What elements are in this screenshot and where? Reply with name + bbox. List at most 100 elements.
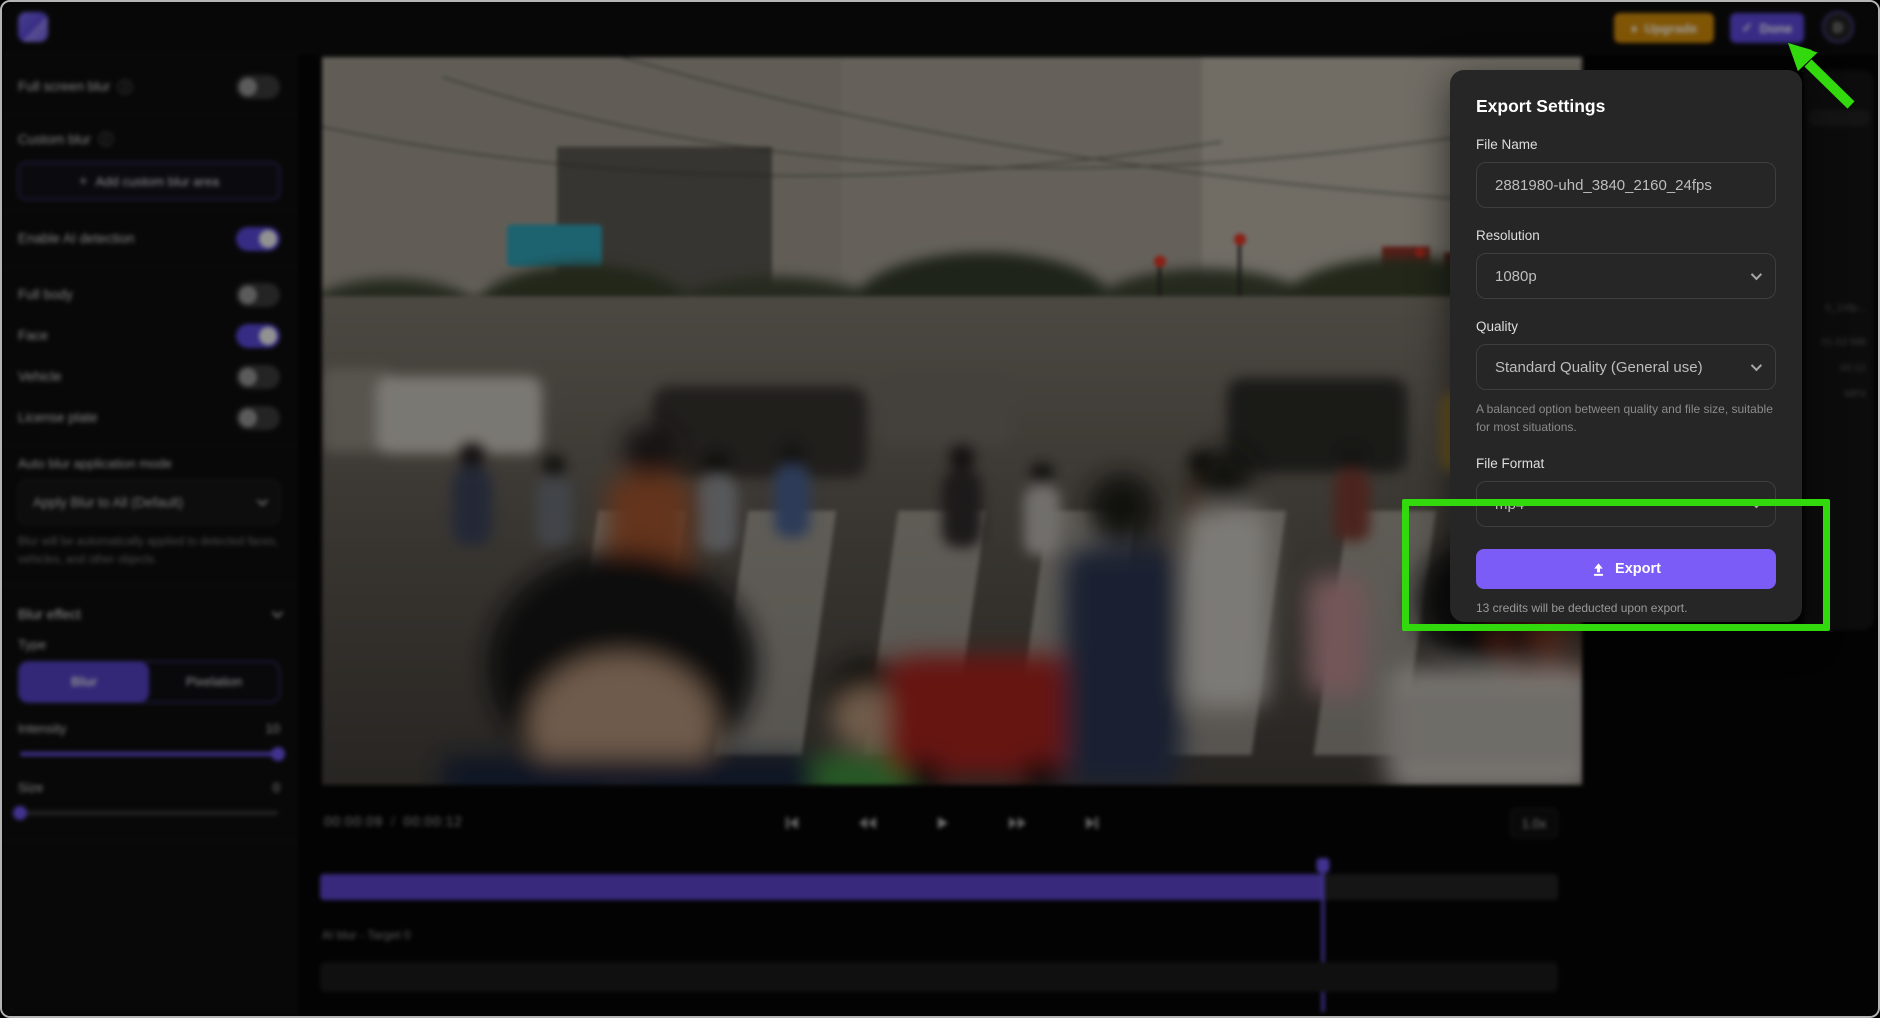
file-info-header-fragment (1808, 110, 1870, 126)
face-label: Face (18, 328, 48, 343)
add-custom-blur-area-label: Add custom blur area (96, 174, 220, 189)
intensity-slider-thumb[interactable] (271, 747, 285, 761)
check-icon: ✓ (1742, 20, 1753, 36)
vehicle-toggle[interactable] (236, 365, 280, 389)
info-icon[interactable]: i (99, 132, 113, 146)
play-button[interactable] (927, 808, 957, 838)
size-label: Size (18, 780, 43, 795)
ai-blur-track[interactable] (320, 962, 1558, 992)
vehicle-row: Vehicle (18, 356, 280, 397)
time-separator: / (391, 814, 396, 829)
chevron-down-icon (257, 495, 268, 506)
user-avatar[interactable]: D (1822, 11, 1854, 43)
intensity-row: Intensity 10 (18, 721, 280, 736)
timeline: AI blur - Target 0 (320, 858, 1558, 1008)
video-frame-image (322, 57, 1582, 785)
timeline-track[interactable] (320, 874, 1558, 900)
intensity-value: 10 (266, 721, 280, 736)
video-preview (322, 57, 1582, 785)
face-row: Face (18, 315, 280, 356)
size-row: Size 0 (18, 780, 280, 795)
blur-effect-title: Blur effect (18, 606, 81, 622)
quality-help-text: A balanced option between quality and fi… (1476, 400, 1776, 436)
blur-effect-header[interactable]: Blur effect (18, 593, 280, 635)
vehicle-label: Vehicle (18, 369, 62, 384)
playhead-handle[interactable] (1316, 858, 1329, 873)
full-body-toggle[interactable] (236, 283, 280, 307)
rewind-button[interactable] (852, 808, 882, 838)
skip-end-button[interactable] (1077, 808, 1107, 838)
modal-title: Export Settings (1476, 96, 1776, 117)
full-body-label: Full body (18, 287, 73, 302)
full-body-row: Full body (18, 274, 280, 315)
skip-start-button[interactable] (777, 808, 807, 838)
size-slider[interactable] (20, 811, 278, 815)
track-label: AI blur - Target 0 (322, 928, 411, 942)
app-window: ♦ Upgrade ✓ Done D Full screen blur i Cus… (0, 0, 1880, 1018)
export-button-label: Export (1615, 561, 1661, 577)
quality-select[interactable]: Standard Quality (General use) (1476, 344, 1776, 390)
quality-value: Standard Quality (General use) (1495, 359, 1703, 376)
fast-forward-button[interactable] (1002, 808, 1032, 838)
top-bar: ♦ Upgrade ✓ Done D (2, 2, 1878, 54)
resolution-label: Resolution (1476, 228, 1776, 243)
plus-icon: + (79, 173, 88, 190)
duration-fragment: 00:12 (1840, 362, 1866, 374)
file-format-select[interactable]: mp4 (1476, 481, 1776, 527)
chevron-down-icon (1751, 269, 1762, 280)
divider (2, 266, 296, 267)
full-screen-blur-row: Full screen blur i (18, 66, 280, 107)
divider (2, 445, 296, 446)
enable-ai-detection-row: Enable AI detection (18, 218, 280, 259)
duration: 00:00:12 (404, 814, 463, 829)
app-logo[interactable] (18, 12, 48, 42)
enable-ai-detection-toggle[interactable] (236, 227, 280, 251)
divider (2, 584, 296, 585)
add-custom-blur-area-button[interactable]: + Add custom blur area (18, 162, 280, 200)
resolution-select[interactable]: 1080p (1476, 253, 1776, 299)
resolution-value: 1080p (1495, 268, 1537, 285)
credits-note: 13 credits will be deducted upon export. (1476, 601, 1776, 615)
upgrade-label: Upgrade (1644, 21, 1697, 36)
file-name-input[interactable]: 2881980-uhd_3840_2160_24fps (1476, 162, 1776, 208)
custom-blur-label: Custom blur (18, 132, 91, 147)
divider (2, 841, 296, 842)
timeline-progress (320, 874, 1323, 900)
size-slider-thumb[interactable] (13, 806, 27, 820)
license-plate-label: License plate (18, 410, 98, 425)
current-time: 00:00:09 (324, 814, 383, 829)
intensity-label: Intensity (18, 721, 66, 736)
license-plate-toggle[interactable] (236, 406, 280, 430)
chevron-down-icon (1751, 360, 1762, 371)
chevron-down-icon (272, 607, 283, 618)
file-info-panel-partial: 0_24fp... 31.53 MB 00:12 MP4 (1804, 70, 1874, 630)
full-screen-blur-toggle[interactable] (236, 75, 280, 99)
divider (2, 210, 296, 211)
done-button[interactable]: ✓ Done (1730, 13, 1804, 43)
quality-label: Quality (1476, 319, 1776, 334)
blur-type-segmented-control: Blur Pixelation (18, 661, 280, 703)
file-name-value: 2881980-uhd_3840_2160_24fps (1495, 177, 1712, 194)
custom-blur-row: Custom blur i (18, 122, 280, 156)
file-size-fragment: 31.53 MB (1821, 336, 1866, 348)
file-name-label: File Name (1476, 137, 1776, 152)
auto-blur-mode-select[interactable]: Apply Blur to All (Default) (18, 480, 280, 524)
export-button[interactable]: Export (1476, 549, 1776, 589)
info-icon[interactable]: i (118, 80, 132, 94)
face-toggle[interactable] (236, 324, 280, 348)
tab-blur[interactable]: Blur (19, 662, 149, 702)
type-label: Type (18, 637, 280, 652)
chevron-down-icon (1751, 497, 1762, 508)
playback-controls (777, 808, 1107, 838)
auto-blur-mode-value: Apply Blur to All (Default) (33, 495, 183, 510)
upgrade-button[interactable]: ♦ Upgrade (1614, 13, 1714, 43)
enable-ai-detection-label: Enable AI detection (18, 231, 134, 246)
full-screen-blur-label: Full screen blur (18, 79, 110, 94)
intensity-slider[interactable] (20, 752, 278, 756)
auto-blur-mode-label: Auto blur application mode (18, 456, 280, 471)
file-format-value: mp4 (1495, 496, 1524, 513)
timecode: 00:00:09 / 00:00:12 (324, 814, 462, 829)
license-plate-row: License plate (18, 397, 280, 438)
tab-pixelation[interactable]: Pixelation (149, 662, 279, 702)
playback-speed-button[interactable]: 1.0x (1510, 808, 1558, 838)
